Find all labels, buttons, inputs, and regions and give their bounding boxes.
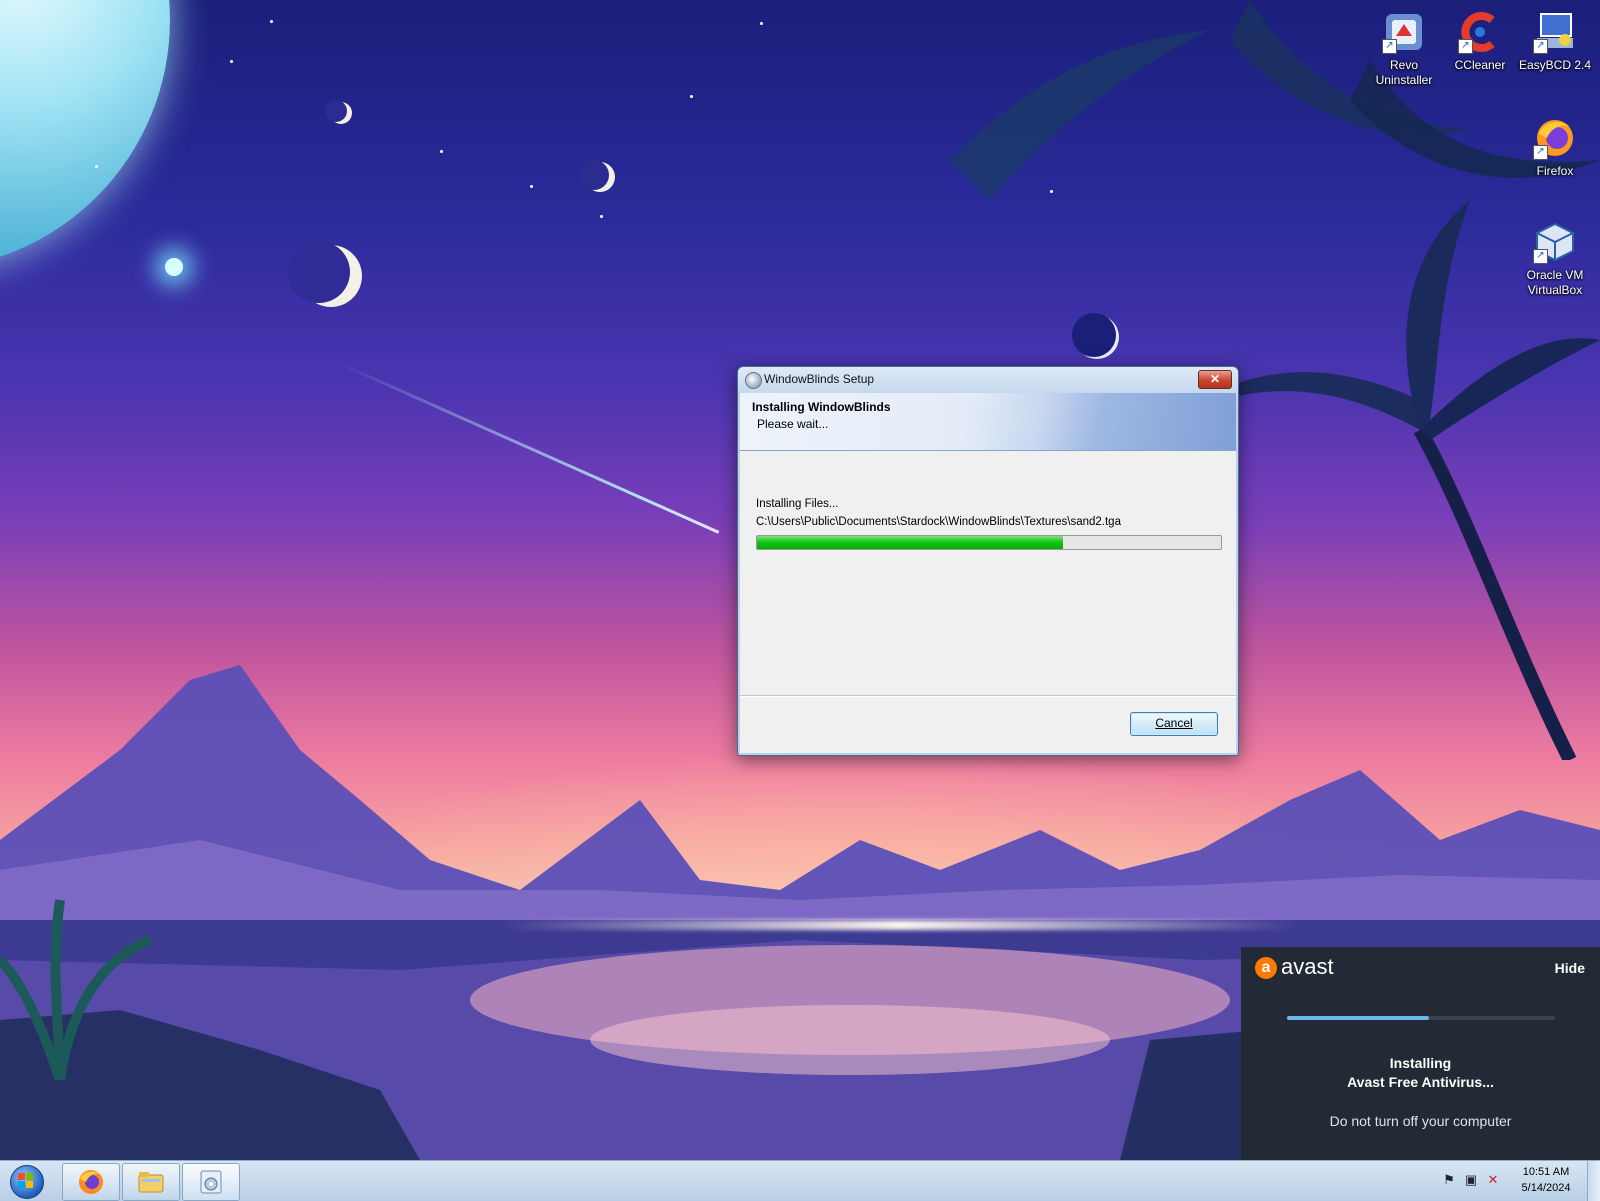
plant-decoration — [0, 899, 152, 1080]
system-tray: ⚑ ▣ ✕ — [1440, 1171, 1510, 1191]
taskbar-clock[interactable]: 10:51 AM 5/14/2024 — [1513, 1164, 1579, 1196]
taskbar: ⚑ ▣ ✕ 10:51 AM 5/14/2024 — [0, 1160, 1600, 1201]
start-button[interactable] — [4, 1162, 48, 1200]
desktop-icon-firefox[interactable]: ↗ Firefox — [1515, 116, 1595, 179]
crescent-moon-decoration — [579, 160, 615, 192]
desktop-icon-label: Firefox — [1536, 164, 1574, 178]
desktop-icon-virtualbox[interactable]: ↗ Oracle VM VirtualBox — [1515, 220, 1595, 298]
avast-status-line1: Installing — [1389, 1055, 1452, 1071]
avast-status-line2: Avast Free Antivirus... — [1347, 1074, 1494, 1090]
star — [270, 20, 273, 23]
setup-app-icon — [745, 372, 762, 389]
water-glow-decoration — [500, 920, 1300, 930]
install-progress-fill — [757, 536, 1064, 549]
dialog-title: WindowBlinds Setup — [764, 372, 875, 386]
flag-icon[interactable]: ⚑ — [1440, 1171, 1458, 1189]
taskbar-explorer-button[interactable] — [122, 1163, 180, 1201]
firefox-icon — [79, 1170, 103, 1194]
desktop-icon-easybcd[interactable]: ↗ EasyBCD 2.4 — [1515, 10, 1595, 73]
comet-decoration — [334, 360, 720, 534]
taskbar-firefox-button[interactable] — [62, 1163, 120, 1201]
avast-warning-text: Do not turn off your computer — [1329, 1113, 1512, 1129]
glowing-star-decoration — [165, 258, 183, 276]
avast-logo-icon: a — [1255, 957, 1277, 979]
taskbar-setup-button[interactable] — [182, 1163, 240, 1201]
dialog-subheading: Please wait... — [757, 417, 829, 431]
install-progress-bar — [756, 535, 1222, 550]
firefox-icon: ↗ — [1533, 116, 1577, 160]
show-desktop-button[interactable] — [1587, 1161, 1600, 1201]
close-button[interactable]: ✕ — [1198, 370, 1232, 389]
avast-progress-bar — [1287, 1016, 1555, 1020]
avast-install-notification: a avast Hide Installing Avast Free Antiv… — [1241, 947, 1600, 1160]
star — [690, 95, 693, 98]
crescent-moon-decoration — [325, 100, 352, 124]
desktop-icon-label: CCleaner — [1454, 58, 1506, 72]
ccleaner-icon: ↗ — [1458, 10, 1502, 54]
avast-progress-fill — [1287, 1016, 1430, 1020]
cancel-button[interactable]: Cancel — [1130, 712, 1218, 736]
star — [530, 185, 533, 188]
star — [95, 165, 98, 168]
virtualbox-icon: ↗ — [1533, 220, 1577, 264]
dialog-heading: Installing WindowBlinds — [752, 400, 891, 414]
planet-decoration — [0, 0, 170, 270]
folder-icon — [138, 1172, 164, 1193]
desktop-icon-label: Revo Uninstaller — [1375, 58, 1433, 87]
close-icon: ✕ — [1209, 372, 1221, 386]
star — [440, 150, 443, 153]
desktop-icon-label: EasyBCD 2.4 — [1518, 58, 1592, 72]
avast-brand-name: avast — [1281, 954, 1334, 979]
network-icon[interactable]: ▣ — [1462, 1171, 1480, 1189]
hide-button[interactable]: Hide — [1555, 960, 1585, 976]
cancel-button-label: Cancel — [1155, 716, 1193, 730]
desktop-icon-label: Oracle VM VirtualBox — [1526, 268, 1584, 297]
dialog-separator — [740, 695, 1236, 697]
install-file-path: C:\Users\Public\Documents\Stardock\Windo… — [756, 516, 1121, 528]
revo-uninstaller-icon: ↗ — [1382, 10, 1426, 54]
crescent-moon-decoration — [288, 241, 362, 307]
shortcut-arrow-icon: ↗ — [1533, 39, 1548, 54]
clock-time: 10:51 AM — [1522, 1166, 1570, 1178]
clock-date: 5/14/2024 — [1521, 1182, 1571, 1194]
shortcut-arrow-icon: ↗ — [1533, 249, 1548, 264]
volume-muted-icon[interactable]: ✕ — [1484, 1171, 1502, 1189]
shortcut-arrow-icon: ↗ — [1458, 39, 1473, 54]
shortcut-arrow-icon: ↗ — [1533, 145, 1548, 160]
installer-icon — [200, 1170, 222, 1194]
star — [230, 60, 233, 63]
install-status-text: Installing Files... — [756, 498, 839, 510]
desktop-icon-revo-uninstaller[interactable]: ↗ Revo Uninstaller — [1364, 10, 1444, 88]
windowblinds-setup-dialog: WindowBlinds Setup ✕ Installing WindowBl… — [737, 366, 1239, 756]
dialog-body: Installing WindowBlinds Please wait... I… — [740, 393, 1236, 753]
windows-logo-icon — [18, 1173, 33, 1188]
dialog-header-banner: Installing WindowBlinds Please wait... — [740, 393, 1236, 451]
shortcut-arrow-icon: ↗ — [1382, 39, 1397, 54]
desktop-icon-ccleaner[interactable]: ↗ CCleaner — [1440, 10, 1520, 73]
dialog-titlebar[interactable]: WindowBlinds Setup ✕ — [738, 367, 1238, 393]
star — [760, 22, 763, 25]
easybcd-icon: ↗ — [1533, 10, 1577, 54]
star — [600, 215, 603, 218]
